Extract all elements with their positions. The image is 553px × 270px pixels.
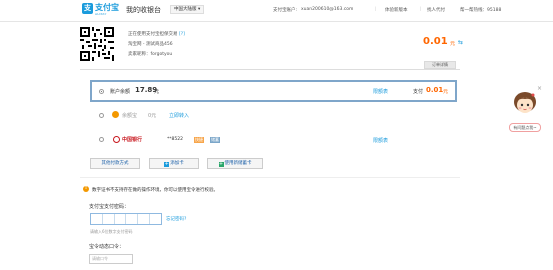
warning-icon: ! bbox=[83, 186, 89, 192]
yuebao-transfer-link[interactable]: 立即转入 bbox=[169, 112, 189, 119]
alipay-logo-icon: 支 bbox=[82, 3, 93, 14]
account-label: 支付宝账户: bbox=[273, 8, 298, 13]
region-select[interactable]: 中国大陆版 ▾ bbox=[170, 5, 205, 14]
dynamic-code-input[interactable]: 请输口令 bbox=[89, 254, 133, 264]
qr-code bbox=[80, 27, 114, 61]
express-badge: 快捷 bbox=[194, 137, 204, 143]
helper-avatar-icon[interactable] bbox=[513, 91, 537, 117]
bank-of-china-icon bbox=[113, 136, 120, 143]
debit-badge: 储蓄 bbox=[210, 137, 220, 143]
new-debit-card-button[interactable]: +使用新储蓄卡 bbox=[207, 158, 263, 169]
plus-icon: + bbox=[218, 161, 224, 167]
order-amount-unit: 元 bbox=[450, 41, 456, 47]
order-divider bbox=[80, 69, 460, 70]
alipay-logo-sub: ALIPAY bbox=[95, 12, 107, 16]
page-title: 我的收银台 bbox=[126, 6, 161, 14]
order-status-text: 正在使用支付宝担保交易 bbox=[128, 32, 178, 37]
header-divider bbox=[0, 21, 553, 22]
order-seller: 卖家昵称：forgotyou bbox=[128, 52, 173, 57]
forgot-password-link[interactable]: 忘记密码? bbox=[166, 216, 186, 222]
yuebao-icon bbox=[112, 111, 119, 118]
add-card-button[interactable]: +添加卡 bbox=[149, 158, 199, 169]
section-divider bbox=[80, 177, 460, 178]
header-separator: | bbox=[375, 7, 377, 12]
boc-limit-link[interactable]: 限额表 bbox=[373, 137, 388, 144]
proxy-pay-link[interactable]: 找人代付 bbox=[427, 7, 445, 13]
password-label: 支付宝支付密码： bbox=[89, 204, 130, 210]
dynamic-code-label: 宝令动态口令： bbox=[89, 244, 125, 250]
boc-radio[interactable] bbox=[99, 137, 104, 142]
header-separator: | bbox=[420, 7, 422, 12]
new-version-link[interactable]: 体验新版本 bbox=[385, 7, 408, 13]
order-product: 淘宝网 - 测试商品456 bbox=[128, 42, 173, 47]
account-email: xuan200610@163.com bbox=[301, 7, 354, 12]
balance-radio[interactable] bbox=[99, 89, 104, 94]
order-status: 正在使用支付宝担保交易 [?] bbox=[128, 31, 185, 37]
yuebao-radio[interactable] bbox=[99, 113, 104, 118]
add-card-label: 添加卡 bbox=[170, 161, 184, 166]
order-amount: 0.01 bbox=[423, 36, 448, 47]
bank-name: 中国银行 bbox=[122, 137, 143, 143]
card-number: **8522 bbox=[167, 137, 183, 142]
pay-label: 支付 bbox=[413, 89, 424, 95]
plus-icon: + bbox=[164, 161, 170, 167]
help-link[interactable]: [?] bbox=[179, 32, 185, 37]
password-hint: 请输入6位数字支付密码 bbox=[90, 229, 133, 234]
order-detail-tab[interactable]: 订单详情 bbox=[424, 61, 456, 69]
pay-unit: 元 bbox=[443, 89, 449, 95]
refresh-icon[interactable]: ⇆ bbox=[458, 39, 463, 46]
new-card-label: 使用新储蓄卡 bbox=[224, 161, 252, 166]
yuebao-label: 余额宝 bbox=[122, 113, 138, 119]
balance-unit: 元 bbox=[154, 89, 160, 95]
balance-limit-link[interactable]: 限额表 bbox=[373, 88, 388, 95]
certificate-warning: 数字证书不支持存在做的操作环境，你可以使用宝令进行校验。 bbox=[92, 188, 218, 193]
payment-password-input[interactable] bbox=[90, 213, 162, 225]
yuebao-value: 0元 bbox=[148, 113, 157, 119]
help-button[interactable]: 有问题点我~ bbox=[509, 123, 541, 132]
other-payment-button[interactable]: 其他付款方式 bbox=[90, 158, 140, 169]
hotline-text: 帮一帮热线：95188 bbox=[460, 8, 502, 13]
balance-label: 账户余额 bbox=[110, 89, 131, 95]
region-label: 中国大陆版 bbox=[174, 7, 197, 12]
close-icon[interactable]: × bbox=[537, 85, 542, 92]
chevron-down-icon: ▾ bbox=[197, 7, 201, 12]
pay-amount: 0.01 bbox=[426, 86, 444, 94]
